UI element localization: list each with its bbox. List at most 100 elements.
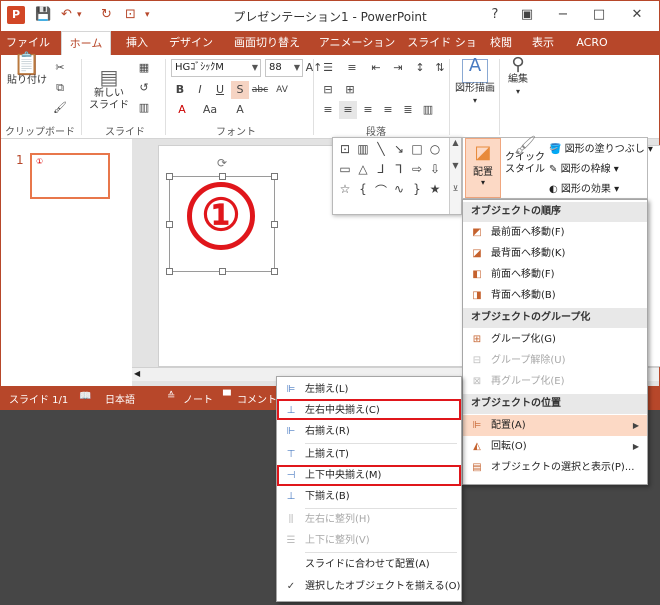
font-name-select[interactable]: HGｺﾞｼｯｸM ▼ <box>171 59 261 77</box>
paste-button[interactable]: 📋 貼り付け <box>7 54 47 87</box>
align-center-icon[interactable]: ≡ <box>339 101 357 119</box>
tab-slideshow[interactable]: スライド ショー <box>405 31 479 73</box>
menu-item-send-to-back[interactable]: ◪ 最背面へ移動(K) <box>463 243 647 264</box>
line-spacing-icon[interactable]: ↕ <box>411 59 429 77</box>
menu-item-align-selected[interactable]: ✓ 選択したオブジェクトを揃える(O) <box>277 576 461 597</box>
close-button[interactable]: ✕ <box>623 4 651 26</box>
shape-fill-button[interactable]: 🪣 図形の塗りつぶし ▾ <box>549 140 653 155</box>
menu-item-align-right[interactable]: ⊩ 右揃え(R) <box>277 421 461 442</box>
bullets-icon[interactable]: ☰ <box>319 59 337 77</box>
reset-icon[interactable]: ↺ <box>135 79 153 97</box>
text-align-icon[interactable]: ⊟ <box>319 81 337 99</box>
align-right-icon[interactable]: ≡ <box>359 101 377 119</box>
maximize-button[interactable]: □ <box>585 4 613 26</box>
save-icon[interactable]: 💾 <box>35 7 51 22</box>
tab-insert[interactable]: 挿入 <box>119 31 155 55</box>
undo-dropdown-icon[interactable]: ▾ <box>77 10 82 20</box>
font-color-icon[interactable]: A <box>173 101 191 119</box>
connector-icon[interactable]: ⅃ <box>373 162 389 176</box>
columns-icon[interactable]: ▥ <box>419 101 437 119</box>
circled-number-one-shape[interactable]: ① <box>187 182 255 250</box>
section-icon[interactable]: ▥ <box>135 99 153 117</box>
freeform-icon[interactable]: ∿ <box>391 182 407 196</box>
ribbon-display-options-icon[interactable]: ▣ <box>513 4 541 26</box>
tab-view[interactable]: 表示 <box>525 31 561 55</box>
customize-qat-icon[interactable]: ▾ <box>145 10 150 20</box>
resize-handle[interactable] <box>219 173 226 180</box>
resize-handle[interactable] <box>271 268 278 275</box>
minimize-button[interactable]: − <box>549 4 577 26</box>
change-case-icon[interactable]: Aa <box>201 101 219 119</box>
menu-item-rotate[interactable]: ◭ 回転(O) ▶ <box>463 436 647 457</box>
strikethrough-icon[interactable]: abc <box>251 81 269 99</box>
spelling-icon[interactable]: 📖 <box>79 391 91 402</box>
smartart-icon[interactable]: ⊞ <box>341 81 359 99</box>
tab-review[interactable]: 校閲 <box>483 31 519 55</box>
rounded-rect-icon[interactable]: ▭ <box>337 162 353 176</box>
shape-outline-button[interactable]: ✎ 図形の枠線 ▾ <box>549 160 619 175</box>
rectangle-shape-icon[interactable]: □ <box>409 142 425 156</box>
language-status[interactable]: 日本語 <box>105 391 135 406</box>
resize-handle[interactable] <box>271 221 278 228</box>
oval-shape-icon[interactable]: ○ <box>427 142 443 156</box>
resize-handle[interactable] <box>166 268 173 275</box>
star-5-icon[interactable]: ★ <box>427 182 443 196</box>
comment-icon[interactable]: ▀ <box>223 391 231 402</box>
menu-item-align[interactable]: ⊫ 配置(A) ▶ <box>463 415 647 436</box>
arrow-line-icon[interactable]: ↘ <box>391 142 407 156</box>
notes-icon[interactable]: ≙ <box>167 391 175 402</box>
copy-icon[interactable]: ⧉ <box>51 79 69 97</box>
italic-icon[interactable]: I <box>191 81 209 99</box>
elbow-connector-icon[interactable]: ⅂ <box>391 162 407 176</box>
tab-design[interactable]: デザイン <box>163 31 219 55</box>
comments-button[interactable]: コメント <box>237 391 277 406</box>
cut-icon[interactable]: ✂ <box>51 59 69 77</box>
down-arrow-shape-icon[interactable]: ⇩ <box>427 162 443 176</box>
menu-item-align-to-slide[interactable]: スライドに合わせて配置(A) <box>277 554 461 575</box>
right-arrow-shape-icon[interactable]: ⇨ <box>409 162 425 176</box>
vertical-textbox-icon[interactable]: ▥ <box>355 142 371 156</box>
bold-icon[interactable]: B <box>171 81 189 99</box>
undo-icon[interactable]: ↶ <box>61 7 72 22</box>
font-size-select[interactable]: 88 ▼ <box>265 59 303 77</box>
scroll-left-icon[interactable]: ◀ <box>134 369 140 378</box>
text-direction-icon[interactable]: ⇅ <box>431 59 449 77</box>
increase-indent-icon[interactable]: ⇥ <box>389 59 407 77</box>
shape-effects-button[interactable]: ◐ 図形の効果 ▾ <box>549 180 619 195</box>
menu-item-align-top[interactable]: ⊤ 上揃え(T) <box>277 444 461 465</box>
rotation-handle-icon[interactable]: ⟳ <box>217 156 227 170</box>
brace-shape-icon[interactable]: { <box>355 182 371 196</box>
drawing-button[interactable]: A 図形描画 ▾ <box>453 57 497 107</box>
scroll-up-icon[interactable]: ▲ <box>450 138 461 147</box>
tab-acrobat[interactable]: ACRO <box>567 31 617 55</box>
clear-formatting-icon[interactable]: A <box>231 101 249 119</box>
align-left-icon[interactable]: ≡ <box>319 101 337 119</box>
decrease-indent-icon[interactable]: ⇤ <box>367 59 385 77</box>
star-shape-icon[interactable]: ☆ <box>337 182 353 196</box>
menu-item-selection-pane[interactable]: ▤ オブジェクトの選択と表示(P)... <box>463 457 647 478</box>
menu-item-bring-forward[interactable]: ◧ 前面へ移動(F) <box>463 264 647 285</box>
arrange-button[interactable]: ◪ 配置 ▾ <box>465 138 501 198</box>
menu-item-send-backward[interactable]: ◨ 背面へ移動(B) <box>463 285 647 306</box>
resize-handle[interactable] <box>166 221 173 228</box>
underline-icon[interactable]: U <box>211 81 229 99</box>
more-icon[interactable]: ⊻ <box>450 184 461 193</box>
notes-button[interactable]: ノート <box>183 391 213 406</box>
editing-button[interactable]: ⚲ 編集 ▾ <box>501 56 535 98</box>
resize-handle[interactable] <box>166 173 173 180</box>
new-slide-button[interactable]: ▤ 新しい スライド <box>87 59 131 124</box>
tab-animations[interactable]: アニメーション <box>315 31 399 55</box>
line-shape-icon[interactable]: ╲ <box>373 142 389 156</box>
menu-item-bring-to-front[interactable]: ◩ 最前面へ移動(F) <box>463 222 647 243</box>
tab-transitions[interactable]: 画面切り替え <box>227 31 307 55</box>
tab-home[interactable]: ホーム <box>61 31 111 55</box>
slide-thumbnail[interactable]: ① <box>30 153 110 199</box>
shadow-icon[interactable]: S <box>231 81 249 99</box>
format-painter-icon[interactable]: 🖌 <box>51 99 69 117</box>
layout-icon[interactable]: ▦ <box>135 59 153 77</box>
resize-handle[interactable] <box>271 173 278 180</box>
scroll-down-icon[interactable]: ▼ <box>450 161 461 170</box>
triangle-shape-icon[interactable]: △ <box>355 162 371 176</box>
resize-handle[interactable] <box>219 268 226 275</box>
menu-item-group[interactable]: ⊞ グループ化(G) <box>463 329 647 350</box>
